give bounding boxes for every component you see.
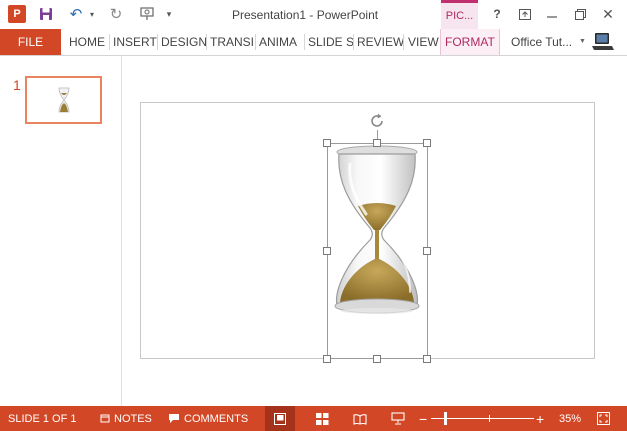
- resize-handle-top-right[interactable]: [423, 139, 431, 147]
- undo-icon[interactable]: ↶: [68, 5, 84, 23]
- minimize-icon[interactable]: [541, 4, 563, 24]
- zoom-slider-midpoint: [489, 415, 490, 422]
- tab-design[interactable]: DESIGN: [161, 29, 207, 55]
- customize-qat-icon[interactable]: ▾: [164, 5, 174, 23]
- rotate-icon[interactable]: [368, 112, 386, 130]
- status-bar: SLIDE 1 OF 1 NOTES COMMENTS − + 35%: [0, 406, 627, 431]
- help-button[interactable]: ?: [486, 4, 508, 24]
- zoom-in-button[interactable]: +: [536, 406, 544, 431]
- thumbnail-hourglass-icon: [58, 87, 70, 113]
- notes-icon: [100, 414, 110, 422]
- tab-home[interactable]: HOME: [69, 29, 105, 55]
- slideshow-icon[interactable]: [383, 406, 413, 431]
- redo-icon[interactable]: ↻: [108, 5, 124, 23]
- resize-handle-bottom[interactable]: [373, 355, 381, 363]
- tab-divider: [353, 34, 354, 50]
- comments-label: COMMENTS: [184, 412, 249, 425]
- account-dropdown-icon[interactable]: ▼: [579, 38, 586, 45]
- resize-handle-left[interactable]: [323, 247, 331, 255]
- present-icon[interactable]: [138, 5, 156, 23]
- notes-label: NOTES: [114, 412, 152, 425]
- zoom-level[interactable]: 35%: [559, 406, 581, 431]
- picture-selection-frame: [327, 143, 428, 359]
- fit-to-window-icon[interactable]: [595, 406, 611, 431]
- powerpoint-logo-icon[interactable]: P: [8, 5, 26, 23]
- comments-button[interactable]: COMMENTS: [168, 406, 248, 431]
- tab-divider: [109, 34, 110, 50]
- account-name[interactable]: Office Tut...: [511, 29, 572, 55]
- normal-view-icon[interactable]: [265, 406, 295, 431]
- tab-insert[interactable]: INSERT: [113, 29, 157, 55]
- file-tab[interactable]: FILE: [0, 29, 61, 55]
- window-title: Presentation1 - PowerPoint: [232, 8, 379, 22]
- tab-format[interactable]: FORMAT: [440, 29, 500, 55]
- comments-icon: [169, 414, 179, 423]
- tab-transitions[interactable]: TRANSI: [210, 29, 254, 55]
- tab-divider: [304, 34, 305, 50]
- tab-divider: [255, 34, 256, 50]
- notes-button[interactable]: NOTES: [100, 406, 152, 431]
- resize-handle-top-left[interactable]: [323, 139, 331, 147]
- save-icon[interactable]: [38, 5, 54, 23]
- undo-dropdown-icon[interactable]: ▾: [88, 5, 96, 23]
- tab-view[interactable]: VIEW: [408, 29, 439, 55]
- ribbon-display-icon[interactable]: [514, 4, 536, 24]
- slide-thumbnail[interactable]: [25, 76, 102, 124]
- slide-counter[interactable]: SLIDE 1 OF 1: [8, 406, 76, 431]
- zoom-out-button[interactable]: −: [419, 406, 427, 431]
- picture-tools-tab: PIC...: [441, 0, 478, 29]
- tab-divider: [206, 34, 207, 50]
- zoom-slider-thumb[interactable]: [443, 412, 447, 425]
- tab-slide-show[interactable]: SLIDE S: [308, 29, 354, 55]
- tab-review[interactable]: REVIEW: [357, 29, 404, 55]
- reading-view-icon[interactable]: [345, 406, 375, 431]
- resize-handle-bottom-left[interactable]: [323, 355, 331, 363]
- resize-handle-top[interactable]: [373, 139, 381, 147]
- slide-thumbnail-number: 1: [13, 77, 21, 93]
- account-avatar-icon[interactable]: [591, 32, 615, 52]
- title-bar: P ↶ ▾ ↻ ▾ Presentation1 - PowerPoint PIC…: [0, 0, 627, 29]
- slide-sorter-icon[interactable]: [307, 406, 337, 431]
- ribbon-tab-bar: FILE HOME INSERT DESIGN TRANSI ANIMA SLI…: [0, 29, 627, 55]
- resize-handle-right[interactable]: [423, 247, 431, 255]
- tab-divider: [157, 34, 158, 50]
- restore-icon[interactable]: [569, 4, 591, 24]
- close-icon[interactable]: ✕: [597, 4, 619, 24]
- tab-animations[interactable]: ANIMA: [259, 29, 297, 55]
- slide-thumbnail-pane: 1: [0, 56, 122, 406]
- resize-handle-bottom-right[interactable]: [423, 355, 431, 363]
- tab-divider: [403, 34, 404, 50]
